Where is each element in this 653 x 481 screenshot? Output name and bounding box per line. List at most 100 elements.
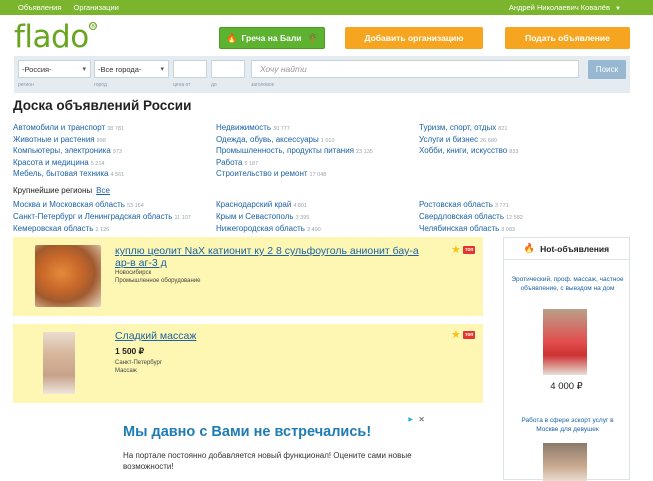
region-count: 2 126	[95, 226, 110, 233]
category-item[interactable]: Работа 5 187	[216, 158, 373, 170]
top-bar: Объявления Организации Андрей Николаевич…	[0, 0, 653, 15]
ad-info-icon[interactable]: ▶	[408, 416, 413, 423]
category-column-1: Автомобили и транспорт 38 781 Животные и …	[13, 123, 124, 181]
site-logo[interactable]: flado ®	[14, 19, 97, 55]
search-input[interactable]: Хочу найти	[251, 60, 579, 78]
ad-card[interactable]: Сладкий массаж 1 500 ₽ Санкт-Петербург М…	[13, 324, 483, 403]
ad-title-link[interactable]: куплю цеолит NaX катионит ку 2 8 сульфоу…	[115, 245, 435, 269]
category-item[interactable]: Промышленность, продукты питания 23 135	[216, 146, 373, 158]
user-menu[interactable]: Андрей Николаевич Ковалёв ▼	[509, 3, 621, 12]
greca-label: Греча на Бали	[241, 33, 302, 43]
add-organization-button[interactable]: Добавить организацию	[345, 27, 483, 49]
category-item[interactable]: Одежда, обувь, аксессуары 1 010	[216, 135, 373, 147]
category-link[interactable]: Туризм, спорт, отдых	[419, 123, 496, 132]
category-link[interactable]: Мебель, бытовая техника	[13, 169, 108, 178]
category-count: 26 680	[480, 137, 497, 144]
region-link[interactable]: Крым и Севастополь	[216, 212, 294, 221]
category-link[interactable]: Строительство и ремонт	[216, 169, 308, 178]
banner-title: Мы давно с Вами не встречались!	[123, 424, 372, 440]
ad-category: Промышленное оборудование	[115, 278, 201, 284]
greca-promo-button[interactable]: 🔥 Греча на Бали 🌴	[219, 27, 325, 49]
category-link[interactable]: Одежда, обувь, аксессуары	[216, 135, 319, 144]
category-count: 821	[498, 126, 508, 132]
region-item[interactable]: Крым и Севастополь 3 395	[216, 212, 321, 224]
ad-title-link[interactable]: Сладкий массаж	[115, 330, 196, 342]
region-item[interactable]: Москва и Московская область 53 164	[13, 200, 191, 212]
hot-ad-title[interactable]: Работа в сфере эскорт услуг в Москве для…	[510, 417, 625, 434]
region-link[interactable]: Санкт-Петербург и Ленинградская область	[13, 212, 172, 221]
region-link[interactable]: Челябинская область	[419, 224, 499, 233]
region-link[interactable]: Нижегородская область	[216, 224, 305, 233]
category-link[interactable]: Автомобили и транспорт	[13, 123, 105, 132]
star-icon[interactable]: ★	[451, 243, 461, 256]
region-link[interactable]: Москва и Московская область	[13, 200, 125, 209]
chevron-down-icon: ▾	[160, 66, 164, 73]
regions-heading: Крупнейшие регионы Все	[13, 186, 110, 195]
search-button[interactable]: Поиск	[588, 60, 626, 79]
logo-text: flado	[14, 19, 89, 55]
city-select[interactable]: -Все города- ▾	[94, 60, 169, 78]
category-link[interactable]: Услуги и бизнес	[419, 135, 478, 144]
category-link[interactable]: Хобби, книги, искусство	[419, 146, 507, 155]
region-link[interactable]: Свердловская область	[419, 212, 504, 221]
top-badge: топ	[463, 331, 476, 339]
hot-ad-photo[interactable]	[543, 309, 587, 375]
category-link[interactable]: Промышленность, продукты питания	[216, 146, 354, 155]
ad-photo[interactable]	[43, 332, 75, 394]
category-count: 5 214	[90, 160, 105, 167]
category-item[interactable]: Туризм, спорт, отдых 821	[419, 123, 518, 135]
category-link[interactable]: Животные и растения	[13, 135, 95, 144]
all-regions-link[interactable]: Все	[96, 186, 110, 195]
hot-ad-photo[interactable]	[543, 443, 587, 481]
category-column-3: Туризм, спорт, отдых 821 Услуги и бизнес 2…	[419, 123, 518, 158]
region-item[interactable]: Санкт-Петербург и Ленинградская область 1…	[13, 212, 191, 224]
category-item[interactable]: Компьютеры, электроника 973	[13, 146, 124, 158]
category-count: 5 187	[244, 160, 259, 167]
region-select[interactable]: -Россия- ▾	[18, 60, 91, 78]
category-item[interactable]: Недвижимость 30 777	[216, 123, 373, 135]
region-caption: регион	[18, 82, 34, 88]
category-link[interactable]: Работа	[216, 158, 242, 167]
region-item[interactable]: Краснодарский край 4 801	[216, 200, 321, 212]
region-count: 12 582	[506, 214, 523, 221]
region-item[interactable]: Нижегородская область 3 490	[216, 224, 321, 236]
ad-city: Новосибирск	[115, 270, 152, 276]
category-item[interactable]: Мебель, бытовая техника 4 561	[13, 169, 124, 181]
hot-ads-heading: 🔥 Hot-объявления	[504, 238, 629, 260]
category-item[interactable]: Животные и растения 898	[13, 135, 124, 147]
ad-card[interactable]: куплю цеолит NaX катионит ку 2 8 сульфоу…	[13, 237, 483, 316]
hot-ad-price: 4 000 ₽	[550, 381, 583, 392]
region-item[interactable]: Ростовская область 3 771	[419, 200, 523, 212]
region-count: 53 164	[126, 203, 144, 209]
hot-ad-title[interactable]: Эротический, проф. массаж, частное объяв…	[510, 276, 625, 293]
close-icon[interactable]: ✕	[418, 415, 425, 424]
price-from-input[interactable]	[173, 60, 207, 78]
region-link[interactable]: Кемеровская область	[13, 224, 93, 233]
ad-photo[interactable]	[35, 245, 101, 307]
post-ad-button[interactable]: Подать объявление	[505, 27, 630, 49]
region-item[interactable]: Кемеровская область 2 126	[13, 224, 191, 236]
region-item[interactable]: Челябинская область 3 083	[419, 224, 523, 236]
region-count: 3 083	[501, 226, 516, 233]
region-link[interactable]: Ростовская область	[419, 200, 493, 209]
nav-ads-link[interactable]: Объявления	[18, 3, 61, 12]
region-count: 3 395	[295, 214, 310, 221]
region-column-1: Москва и Московская область 53 164 Санкт-…	[13, 200, 191, 235]
price-to-input[interactable]	[211, 60, 245, 78]
nav-orgs-link[interactable]: Организации	[73, 3, 118, 12]
region-link[interactable]: Краснодарский край	[216, 200, 291, 209]
region-count: 4 801	[293, 203, 308, 209]
region-item[interactable]: Свердловская область 12 582	[419, 212, 523, 224]
category-link[interactable]: Компьютеры, электроника	[13, 146, 111, 155]
category-count: 973	[112, 149, 122, 155]
category-item[interactable]: Хобби, книги, искусство 833	[419, 146, 518, 158]
category-item[interactable]: Строительство и ремонт 17 048	[216, 169, 373, 181]
category-link[interactable]: Красота и медицина	[13, 158, 89, 167]
category-link[interactable]: Недвижимость	[216, 123, 271, 132]
promo-banner[interactable]: ▶ ✕ Мы давно с Вами не встречались! На п…	[13, 410, 483, 480]
category-item[interactable]: Красота и медицина 5 214	[13, 158, 124, 170]
category-item[interactable]: Услуги и бизнес 26 680	[419, 135, 518, 147]
category-item[interactable]: Автомобили и транспорт 38 781	[13, 123, 124, 135]
query-caption: заголовок	[251, 82, 274, 88]
star-icon[interactable]: ★	[451, 328, 461, 341]
